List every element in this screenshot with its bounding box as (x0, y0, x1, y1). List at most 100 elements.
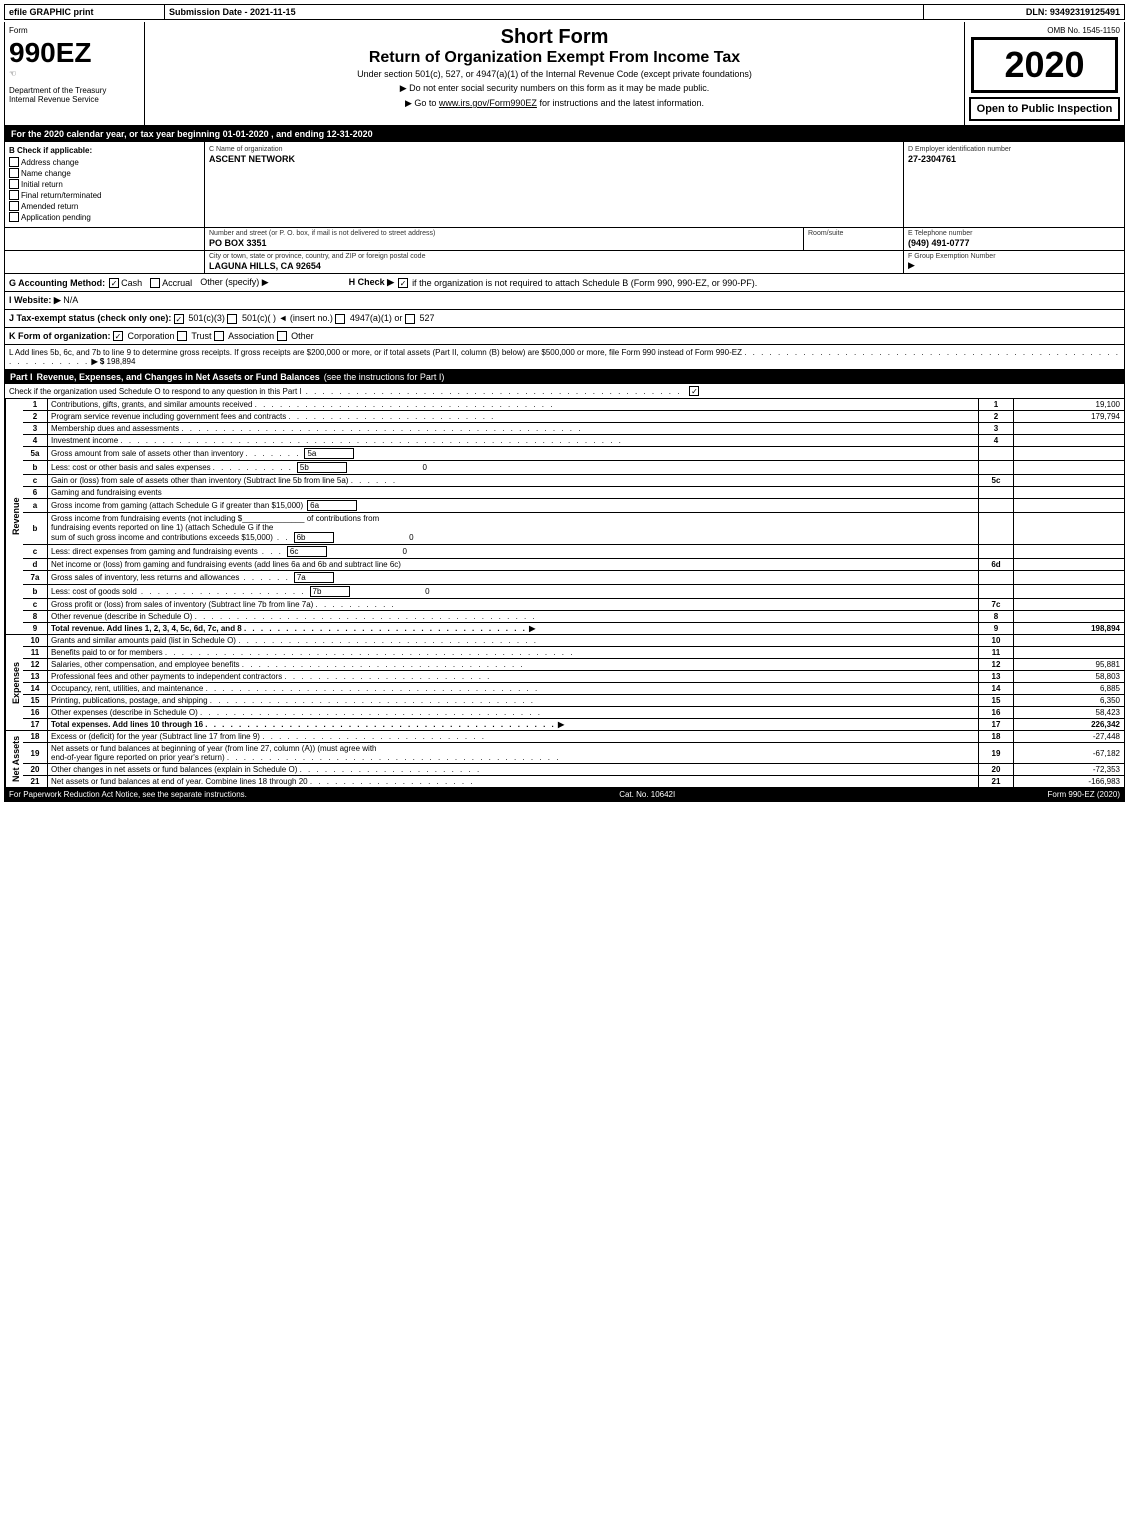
tax-4947-label: 4947(a)(1) or (350, 313, 405, 323)
table-row: 4 Investment income . . . . . . . . . . … (23, 435, 1124, 447)
expenses-section: Expenses 10 Grants and similar amounts p… (4, 635, 1125, 731)
table-row: c Less: direct expenses from gaming and … (23, 545, 1124, 559)
trust-label: Trust (191, 331, 214, 341)
table-row: 2 Program service revenue including gove… (23, 411, 1124, 423)
corp-label: Corporation (128, 331, 178, 341)
check-final-box[interactable] (9, 190, 19, 200)
table-row: 16 Other expenses (describe in Schedule … (23, 707, 1124, 719)
city-value: LAGUNA HILLS, CA 92654 (209, 261, 899, 271)
l-value: 198,894 (107, 357, 136, 366)
table-row: 8 Other revenue (describe in Schedule O)… (23, 611, 1124, 623)
form-number: 990EZ (9, 37, 140, 69)
accounting-g-label: G Accounting Method: (9, 278, 105, 288)
check-initial-box[interactable] (9, 179, 19, 189)
year-open-block: OMB No. 1545-1150 2020 Open to Public In… (964, 22, 1124, 125)
header-bar: efile GRAPHIC print Submission Date - 20… (4, 4, 1125, 20)
table-row: 13 Professional fees and other payments … (23, 671, 1124, 683)
check-pending-box[interactable] (9, 212, 19, 222)
omb-label: OMB No. 1545-1150 (969, 26, 1120, 35)
accrual-checkbox[interactable] (150, 278, 160, 288)
expenses-rows: 10 Grants and similar amounts paid (list… (23, 635, 1124, 730)
table-row: c Gross profit or (loss) from sales of i… (23, 599, 1124, 611)
l-text: L Add lines 5b, 6c, and 7b to line 9 to … (9, 348, 742, 357)
check-name-box[interactable] (9, 168, 19, 178)
check-amended-box[interactable] (9, 201, 19, 211)
trust-checkbox[interactable] (177, 331, 187, 341)
h-text: if the organization is not required to a… (412, 278, 757, 288)
check-org-section: B Check if applicable: Address change Na… (4, 142, 1125, 228)
table-row: b Less: cost of goods sold . . . . . . .… (23, 585, 1124, 599)
table-row: 20 Other changes in net assets or fund b… (23, 764, 1124, 776)
table-row: 9 Total revenue. Add lines 1, 2, 3, 4, 5… (23, 623, 1124, 634)
l-section: L Add lines 5b, 6c, and 7b to line 9 to … (4, 345, 1125, 370)
city-mid: City or town, state or province, country… (205, 251, 904, 273)
table-row: 21 Net assets or fund balances at end of… (23, 776, 1124, 787)
check-initial: Initial return (9, 179, 200, 189)
group-exemption-label: F Group Exemption Number (908, 253, 1120, 260)
check-pending: Application pending (9, 212, 200, 222)
open-to-public-label: Open to Public Inspection (969, 97, 1120, 121)
tax-501c3-checkbox[interactable] (174, 314, 184, 324)
website-section: I Website: ▶ N/A (4, 292, 1125, 310)
revenue-section: Revenue 1 Contributions, gifts, grants, … (4, 399, 1125, 635)
tax-501c-checkbox[interactable] (227, 314, 237, 324)
accrual-label: Accrual (162, 278, 192, 288)
revenue-rows: 1 Contributions, gifts, grants, and simi… (23, 399, 1124, 634)
org-name-label: C Name of organization (209, 146, 899, 153)
irs-link[interactable]: www.irs.gov/Form990EZ (439, 98, 537, 108)
table-row: b Gross income from fundraising events (… (23, 513, 1124, 545)
other-org-checkbox[interactable] (277, 331, 287, 341)
cash-label: Cash (121, 278, 142, 288)
addr-room: Room/suite (804, 228, 904, 250)
tel-value: (949) 491-0777 (908, 238, 1120, 248)
cash-checkbox[interactable] (109, 278, 119, 288)
ein-value: 27-2304761 (908, 154, 1120, 164)
corp-checkbox[interactable] (113, 331, 123, 341)
net-assets-section: Net Assets 18 Excess or (deficit) for th… (4, 731, 1125, 788)
other-org-label: Other (291, 331, 314, 341)
irs-label: Internal Revenue Service (9, 95, 140, 104)
part1-header: Part I Revenue, Expenses, and Changes in… (4, 370, 1125, 384)
net-assets-side-label: Net Assets (5, 731, 23, 787)
form-title-block: Short Form Return of Organization Exempt… (145, 22, 964, 125)
check-address-box[interactable] (9, 157, 19, 167)
check-final: Final return/terminated (9, 190, 200, 200)
expenses-side-label: Expenses (5, 635, 23, 730)
page: efile GRAPHIC print Submission Date - 20… (0, 0, 1129, 806)
tax-501c3-label: 501(c)(3) (188, 313, 227, 323)
h-checkbox[interactable] (398, 278, 408, 288)
table-row: 18 Excess or (deficit) for the year (Sub… (23, 731, 1124, 743)
table-row: b Less: cost or other basis and sales ex… (23, 461, 1124, 475)
h-label: H Check ▶ (349, 277, 394, 288)
schedule-o-text: Check if the organization used Schedule … (9, 387, 302, 396)
cat-no: Cat. No. 10642I (619, 790, 675, 799)
ein-label: D Employer identification number (908, 146, 1120, 153)
net-assets-rows: 18 Excess or (deficit) for the year (Sub… (23, 731, 1124, 787)
room-label: Room/suite (808, 230, 899, 237)
website-url: N/A (63, 295, 78, 305)
tax-4947-checkbox[interactable] (335, 314, 345, 324)
ein-col: D Employer identification number 27-2304… (904, 142, 1124, 227)
efile-label: efile GRAPHIC print (5, 5, 165, 19)
under-section: Under section 501(c), 527, or 4947(a)(1)… (149, 69, 960, 79)
table-row: 6 Gaming and fundraising events (23, 487, 1124, 499)
short-form-title: Short Form (149, 26, 960, 49)
table-row: c Gain or (loss) from sale of assets oth… (23, 475, 1124, 487)
table-row: 7a Gross sales of inventory, less return… (23, 571, 1124, 585)
schedule-o-checkbox[interactable] (689, 386, 699, 396)
table-row: 5a Gross amount from sale of assets othe… (23, 447, 1124, 461)
addr-mid: Number and street (or P. O. box, if mail… (205, 228, 804, 250)
l-arrow: ▶ $ (91, 357, 106, 366)
check-col: B Check if applicable: Address change Na… (5, 142, 205, 227)
table-row: 14 Occupancy, rent, utilities, and maint… (23, 683, 1124, 695)
check-address: Address change (9, 157, 200, 167)
assoc-checkbox[interactable] (214, 331, 224, 341)
tax-501c-label: 501(c)( ) ◄ (insert no.) (242, 313, 335, 323)
form-label: Form 990-EZ (2020) (1048, 790, 1120, 799)
year-box: 2020 (971, 37, 1118, 93)
go-to: ▶ Go to www.irs.gov/Form990EZ for instru… (149, 98, 960, 109)
other-label: Other (specify) ▶ (200, 277, 268, 288)
table-row: 11 Benefits paid to or for members . . .… (23, 647, 1124, 659)
org-name-value: ASCENT NETWORK (209, 154, 899, 164)
tax-527-checkbox[interactable] (405, 314, 415, 324)
